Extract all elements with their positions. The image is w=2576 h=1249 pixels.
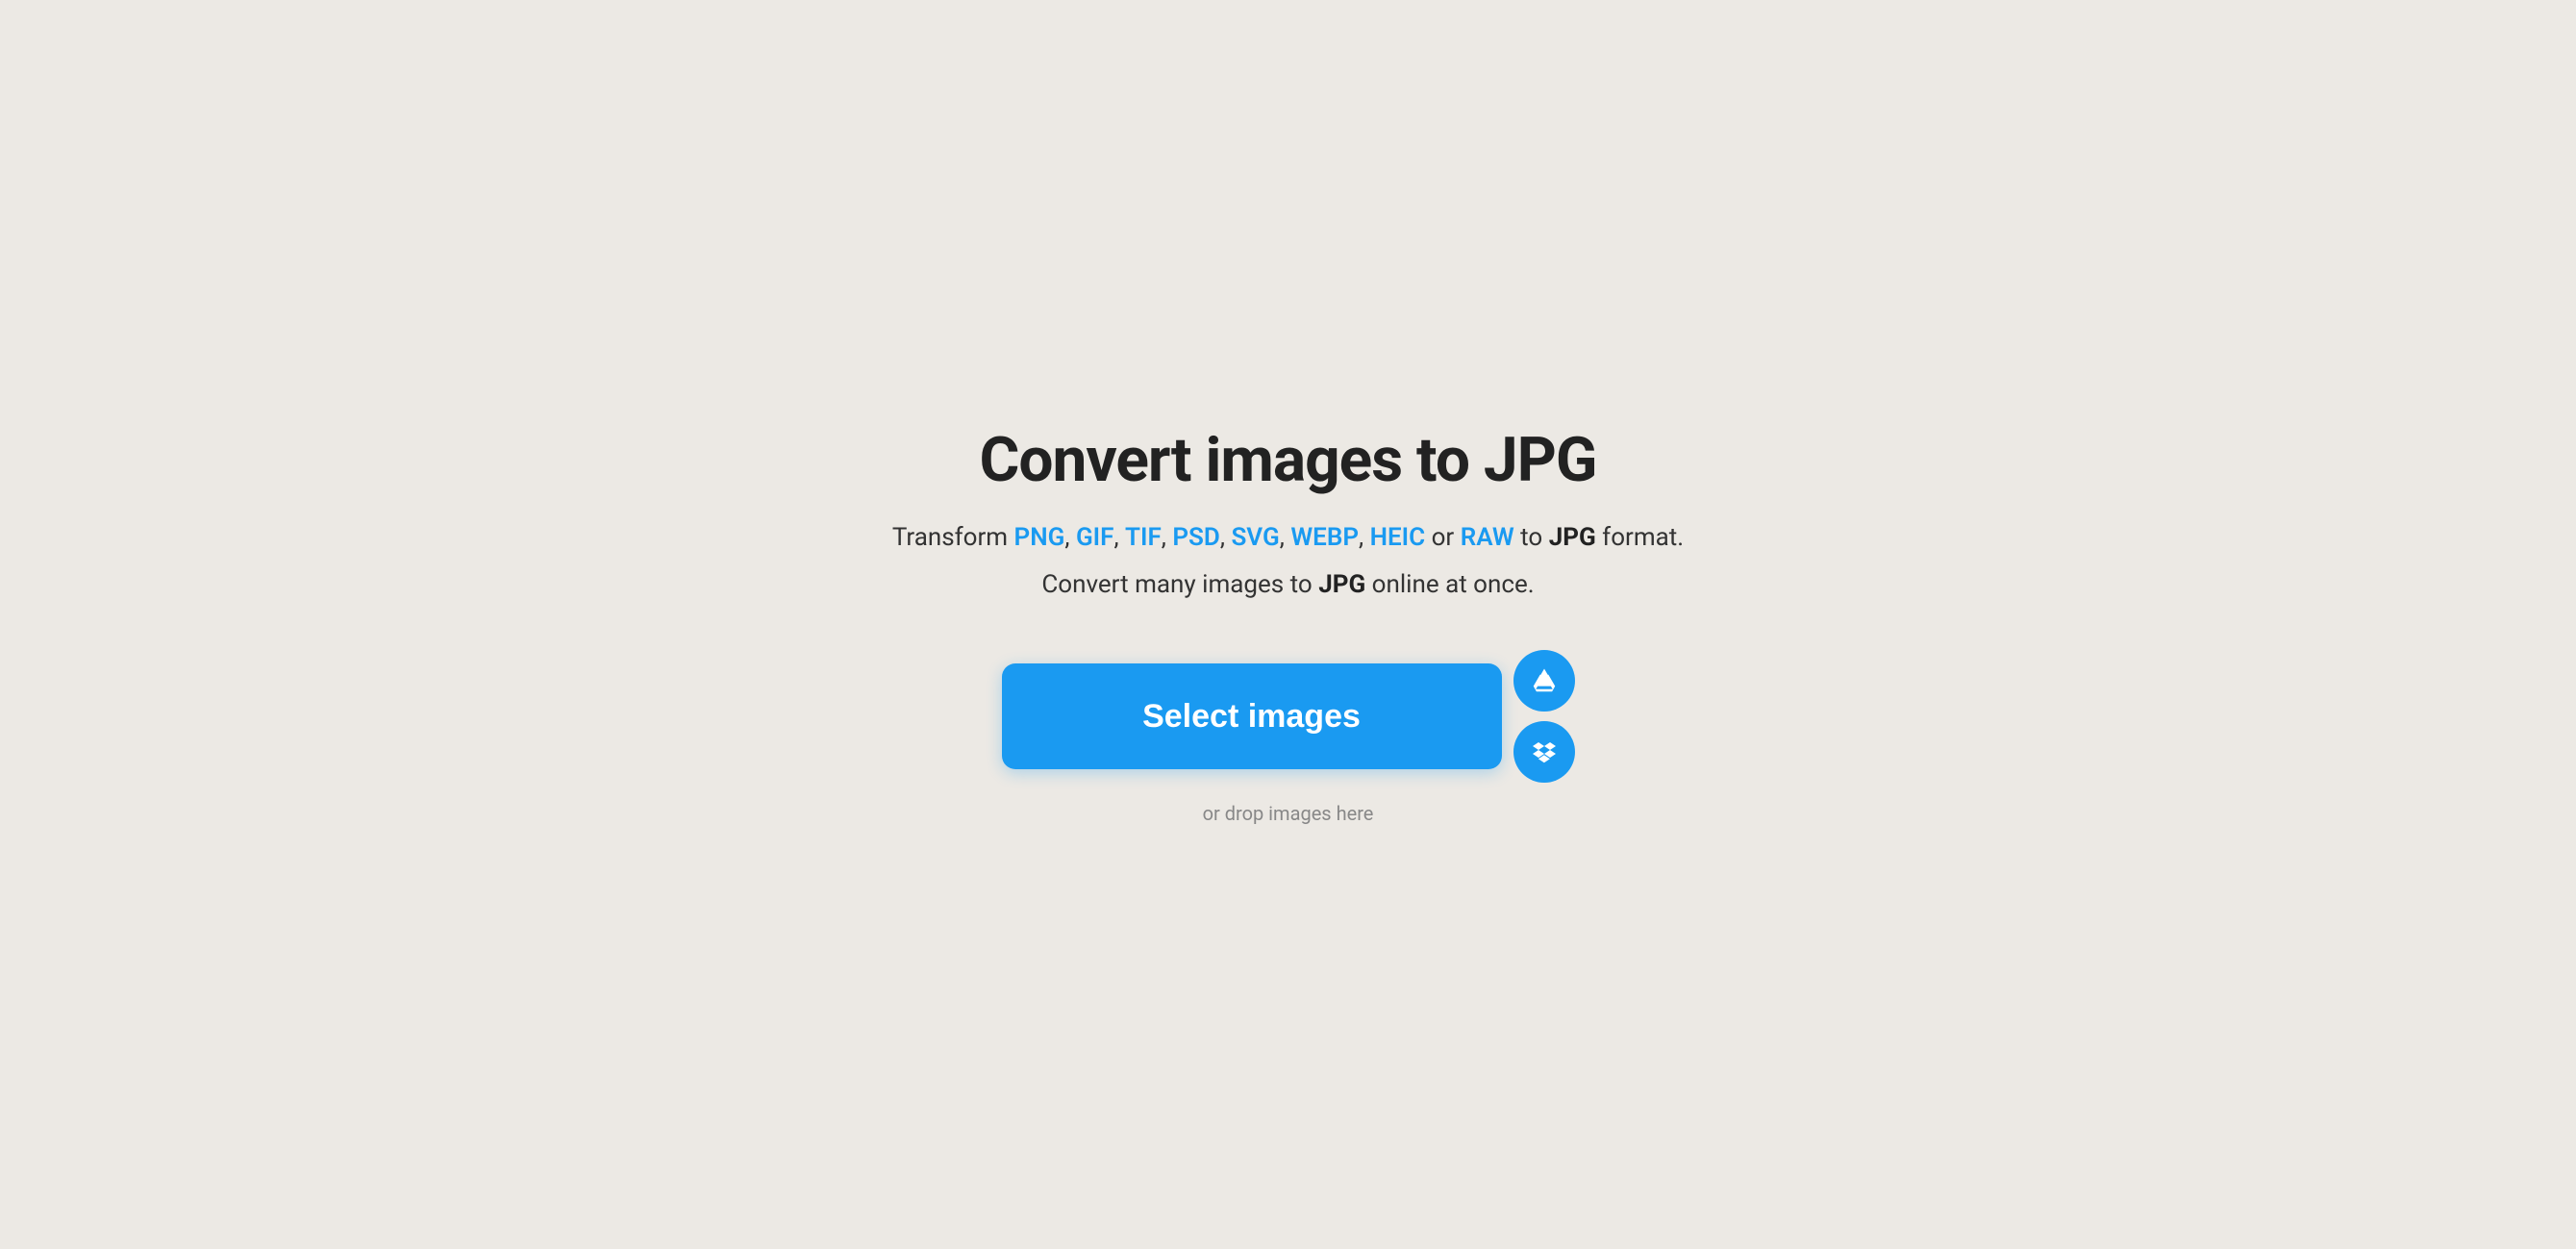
page-title: Convert images to JPG bbox=[979, 424, 1596, 496]
upload-area: Select images bbox=[1002, 650, 1575, 783]
dropbox-icon bbox=[1530, 737, 1559, 766]
cloud-buttons bbox=[1513, 650, 1575, 783]
format-gif: GIF bbox=[1076, 523, 1114, 552]
format-jpg: JPG bbox=[1549, 523, 1596, 552]
drive-icon-clean bbox=[1530, 666, 1559, 695]
subtitle-line2: Convert many images to JPG online at onc… bbox=[1041, 566, 1534, 604]
dropbox-button[interactable] bbox=[1513, 721, 1575, 783]
format-webp: WEBP bbox=[1290, 523, 1359, 552]
format-png: PNG bbox=[1014, 523, 1065, 552]
select-images-button[interactable]: Select images bbox=[1002, 663, 1502, 769]
format-psd: PSD bbox=[1172, 523, 1220, 552]
drop-text: or drop images here bbox=[1203, 802, 1374, 825]
format-heic: HEIC bbox=[1370, 523, 1426, 552]
subtitle-jpg-bold: JPG bbox=[1318, 570, 1365, 599]
format-raw: RAW bbox=[1461, 523, 1514, 552]
main-container: Convert images to JPG Transform PNG, GIF… bbox=[856, 424, 1721, 825]
google-drive-button[interactable] bbox=[1513, 650, 1575, 712]
subtitle-line1: Transform PNG, GIF, TIF, PSD, SVG, WEBP,… bbox=[892, 519, 1684, 557]
format-tif: TIF bbox=[1125, 523, 1162, 552]
format-svg: SVG bbox=[1231, 523, 1279, 552]
